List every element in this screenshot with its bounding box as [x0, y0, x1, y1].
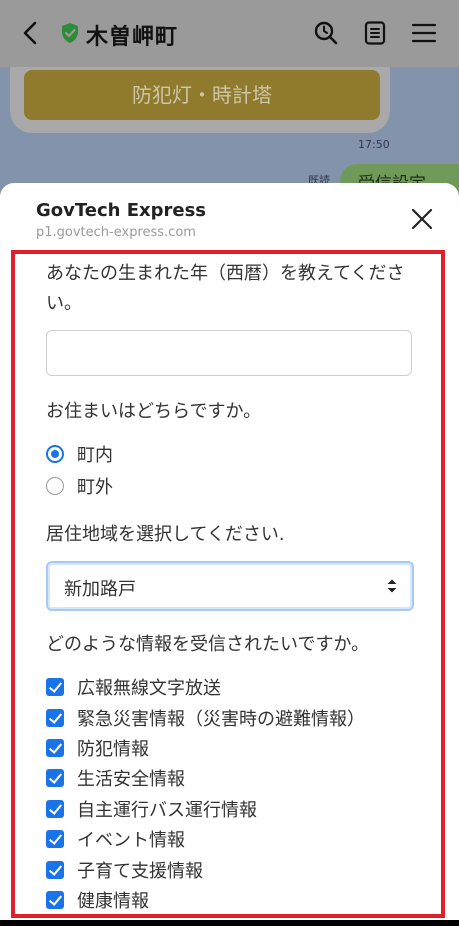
app: 木曽岬町 防犯灯・時計塔 17:50 既読 受信設定 GovTech Expre…	[0, 0, 459, 920]
highlight-frame	[11, 250, 445, 918]
bottom-edge	[0, 920, 459, 926]
